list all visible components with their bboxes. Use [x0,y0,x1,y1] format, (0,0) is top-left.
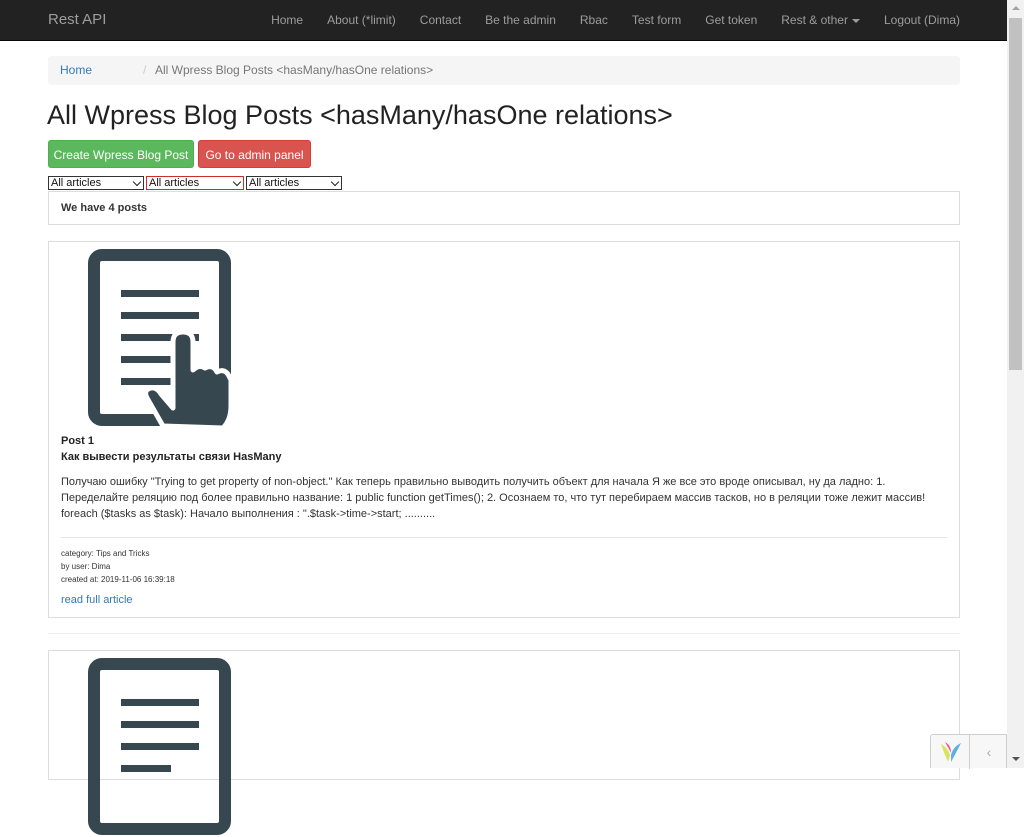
brand-link[interactable]: Rest API [48,11,106,28]
post-number: Post 1 [61,435,95,447]
post-title: Как вывести результаты связи HasMany [61,451,282,463]
nav-logout[interactable]: Logout (Dima) [872,0,1007,40]
post-separator [48,633,960,634]
posts-count-panel: We have 4 posts [48,191,960,225]
debug-toggle-button[interactable]: ‹ [969,735,1008,769]
page-title: All Wpress Blog Posts <hasMany/hasOne re… [47,100,673,130]
nav-about[interactable]: About (*limit) [315,0,408,40]
breadcrumb-current: All Wpress Blog Posts <hasMany/hasOne re… [155,63,434,77]
scroll-down-arrow-icon[interactable] [1007,751,1024,768]
post-created: created at: 2019-11-06 16:39:18 [61,575,175,584]
scroll-thumb[interactable] [1009,18,1022,370]
filter-select-3-value: All articles [249,177,300,189]
nav-contact[interactable]: Contact [408,0,473,40]
post-card: Post 1 Как вывести результаты связи HasM… [48,241,960,618]
read-more-link[interactable]: read full article [61,594,133,606]
chevron-down-icon [232,177,242,187]
scroll-up-arrow-icon[interactable] [1007,0,1024,17]
filter-select-1[interactable]: All articles [48,176,144,190]
create-post-button[interactable]: Create Wpress Blog Post [48,140,194,168]
vertical-scrollbar[interactable] [1007,0,1024,768]
nav-rest-label: Rest & other [781,13,848,27]
post-excerpt: Получаю ошибку "Trying to get property o… [61,476,926,520]
post-divider [61,537,947,538]
nav-test-form[interactable]: Test form [620,0,693,40]
nav-rest-dropdown[interactable]: Rest & other [769,0,872,40]
debug-toolbar: ‹ [930,734,1008,769]
nav-rbac[interactable]: Rbac [568,0,620,40]
post-user: by user: Dima [61,562,111,571]
document-pointer-icon [88,658,231,835]
chevron-down-icon [132,177,142,187]
filter-select-1-value: All articles [51,177,102,189]
document-pointer-icon [88,249,234,428]
filter-select-3[interactable]: All articles [246,176,342,190]
yii-logo-icon[interactable] [939,741,963,763]
chevron-down-icon [330,177,340,187]
nav-home[interactable]: Home [259,0,315,40]
nav-get-token[interactable]: Get token [693,0,769,40]
breadcrumb-separator: / [143,63,147,77]
nav-be-admin[interactable]: Be the admin [473,0,568,40]
filter-select-2[interactable]: All articles [146,176,244,190]
breadcrumb: Home / All Wpress Blog Posts <hasMany/ha… [48,56,960,85]
post-card [48,650,960,835]
post-category: category: Tips and Tricks [61,549,150,558]
posts-count-text: We have 4 posts [61,202,147,214]
top-navbar: Rest API Home About (*limit) Contact Be … [0,0,1007,41]
filter-select-2-value: All articles [149,177,200,189]
admin-panel-button[interactable]: Go to admin panel [198,140,311,168]
breadcrumb-home-link[interactable]: Home [60,56,92,85]
nav-menu: Home About (*limit) Contact Be the admin… [259,0,1007,40]
caret-down-icon [851,18,860,23]
